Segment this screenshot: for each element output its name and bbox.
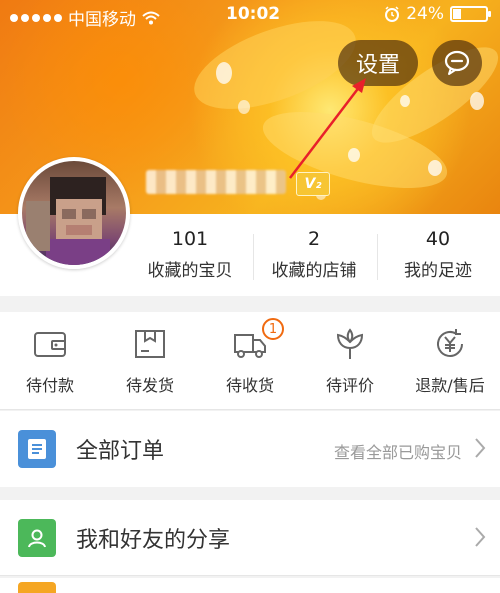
package-icon bbox=[135, 330, 165, 358]
next-row-partial bbox=[0, 578, 500, 593]
share-with-friends-row[interactable]: 我和好友的分享 bbox=[0, 500, 500, 576]
order-label: 待发货 bbox=[125, 376, 174, 395]
wallet-icon bbox=[34, 332, 66, 357]
all-orders-row[interactable]: 全部订单 查看全部已购宝贝 bbox=[0, 411, 500, 487]
battery-percent: 24% bbox=[406, 4, 444, 24]
order-pending-shipment[interactable]: 待发货 bbox=[100, 326, 200, 396]
status-time: 10:02 bbox=[226, 4, 281, 24]
order-pending-receipt[interactable]: 1 待收货 bbox=[200, 318, 300, 396]
stat-value: 101 bbox=[171, 228, 209, 250]
stat-favorite-shops[interactable]: 2 收藏的店铺 bbox=[254, 228, 374, 281]
order-pending-payment[interactable]: 待付款 bbox=[0, 326, 100, 396]
stat-label: 收藏的店铺 bbox=[271, 261, 357, 281]
stat-footprints[interactable]: 40 我的足迹 bbox=[378, 228, 498, 281]
stat-value: 2 bbox=[307, 228, 321, 250]
battery-icon bbox=[450, 6, 491, 22]
stat-value: 40 bbox=[425, 228, 451, 250]
unread-count-badge: 1 bbox=[262, 318, 284, 340]
username-blurred bbox=[146, 170, 286, 194]
order-label: 退款/售后 bbox=[415, 376, 485, 395]
all-orders-hint: 查看全部已购宝贝 bbox=[333, 443, 462, 462]
stat-favorite-items[interactable]: 101 收藏的宝贝 bbox=[130, 228, 250, 281]
message-button[interactable] bbox=[432, 40, 482, 86]
status-bar: 中国移动 10:02 24% bbox=[0, 0, 500, 30]
order-pending-review[interactable]: 待评价 bbox=[300, 326, 400, 396]
stat-label: 我的足迹 bbox=[404, 261, 472, 281]
carrier-name: 中国移动 bbox=[68, 10, 136, 30]
order-shortcuts: 待付款 待发货 1 待收货 待评价 退款/售后 bbox=[0, 312, 500, 410]
signal-strength-icon bbox=[10, 13, 62, 22]
refund-yen-icon bbox=[437, 329, 463, 357]
row-icon bbox=[18, 582, 56, 593]
order-label: 待收货 bbox=[225, 376, 274, 395]
chat-bubble-icon bbox=[444, 50, 470, 75]
chevron-right-icon bbox=[475, 438, 486, 458]
order-label: 待付款 bbox=[25, 376, 74, 395]
vip-level-badge: V₂ bbox=[296, 172, 330, 196]
order-list-icon bbox=[18, 430, 56, 468]
stat-label: 收藏的宝贝 bbox=[147, 261, 233, 281]
settings-button[interactable]: 设置 bbox=[338, 40, 418, 86]
share-title: 我和好友的分享 bbox=[76, 528, 231, 553]
share-icon bbox=[18, 519, 56, 557]
wifi-icon bbox=[142, 11, 160, 24]
all-orders-title: 全部订单 bbox=[76, 439, 165, 464]
flower-icon bbox=[336, 328, 364, 359]
alarm-icon bbox=[385, 6, 400, 22]
order-label: 待评价 bbox=[325, 376, 374, 395]
order-refund-after-sale[interactable]: 退款/售后 bbox=[400, 326, 500, 396]
chevron-right-icon bbox=[475, 527, 486, 547]
avatar[interactable] bbox=[18, 157, 130, 269]
